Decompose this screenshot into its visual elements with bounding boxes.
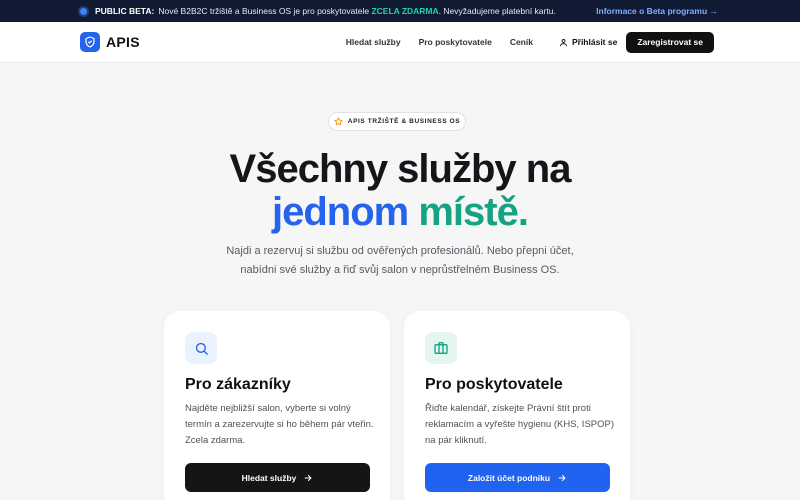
- search-services-label: Hledat služby: [241, 472, 297, 483]
- arrow-right-icon: [558, 474, 566, 481]
- arrow-right-icon: [304, 474, 312, 481]
- hero-pill-label: APIS TRŽIŠTĚ & BUSINESS OS: [347, 118, 461, 125]
- beta-tag: PUBLIC BETA:: [95, 6, 155, 16]
- beta-banner: PUBLIC BETA: Nové B2B2C tržiště a Busine…: [0, 0, 800, 22]
- beta-free-highlight: ZCELA ZDARMA: [371, 6, 439, 16]
- hero-lead-line2: nabídni své služby a řiď svůj salon v ne…: [240, 264, 560, 276]
- search-icon: [185, 332, 217, 364]
- login-link[interactable]: Přihlásit se: [559, 37, 617, 47]
- user-icon: [560, 38, 567, 46]
- nav-link-cenik[interactable]: Ceník: [510, 37, 533, 47]
- beta-info-link[interactable]: Informace o Beta programu →: [596, 6, 718, 16]
- hero-title-green: místě: [418, 190, 518, 234]
- register-button[interactable]: Zaregistrovat se: [626, 31, 714, 53]
- search-services-button[interactable]: Hledat služby: [185, 463, 370, 492]
- login-label: Přihlásit se: [571, 37, 618, 47]
- create-business-account-button[interactable]: Založit účet podniku: [425, 463, 610, 492]
- nav-links: Hledat služby Pro poskytovatele Ceník: [328, 37, 533, 47]
- create-business-account-label: Založit účet podniku: [467, 472, 551, 483]
- provider-card: Pro poskytovatele Řiďte kalendář, získej…: [404, 311, 630, 500]
- status-dot-icon: [80, 7, 87, 15]
- hero-lead-line1: Najdi a rezervuj si službu od ověřených …: [226, 245, 574, 257]
- hero-title-line1: Všechny služby na: [229, 147, 572, 191]
- hero-title-dot: .: [517, 190, 529, 234]
- nav-link-hledat-sluzby[interactable]: Hledat služby: [346, 37, 401, 47]
- customer-card-title: Pro zákazníky: [185, 376, 291, 393]
- briefcase-icon: [425, 332, 457, 364]
- brand-name: APIS: [106, 34, 140, 50]
- hero-title-line2: jednom místě.: [0, 190, 800, 234]
- customer-card: Pro zákazníky Najděte nejbližší salon, v…: [164, 311, 390, 500]
- hero-title-blue: jednom: [272, 190, 409, 234]
- nav-link-pro-poskytovatele[interactable]: Pro poskytovatele: [419, 37, 492, 47]
- hero-pill-badge: APIS TRŽIŠTĚ & BUSINESS OS: [328, 112, 466, 131]
- brand-logo[interactable]: APIS: [80, 32, 140, 52]
- provider-card-description: Řiďte kalendář, získejte Právní štít pro…: [425, 403, 615, 446]
- provider-card-title: Pro poskytovatele: [425, 376, 563, 393]
- beta-text: Nové B2B2C tržiště a Business OS je pro …: [158, 6, 370, 16]
- beta-text-after: . Nevyžadujeme platební kartu.: [438, 6, 556, 16]
- star-icon: [334, 117, 343, 126]
- top-navigation: APIS Hledat služby Pro poskytovatele Cen…: [0, 22, 800, 63]
- customer-card-description: Najděte nejbližší salon, vyberte si voln…: [185, 403, 374, 446]
- shield-icon: [80, 32, 100, 52]
